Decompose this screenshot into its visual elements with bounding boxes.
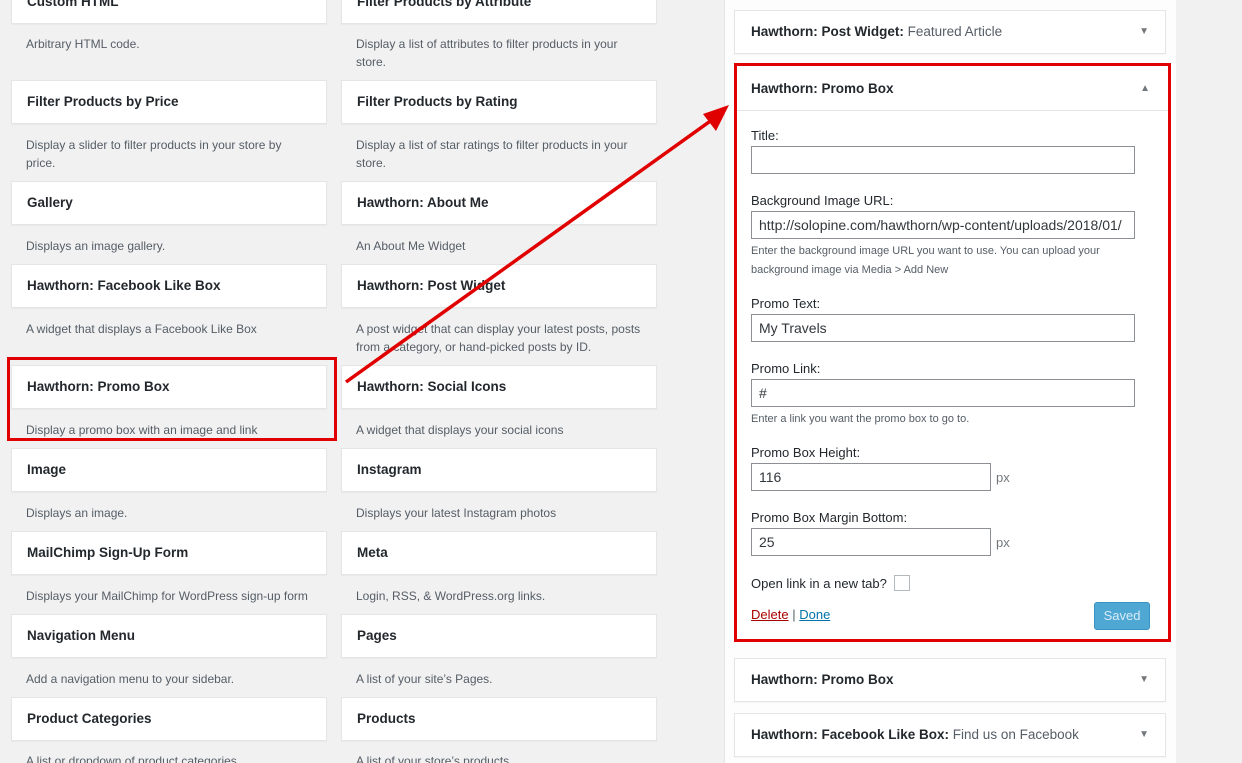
promo-text-label: Promo Text: [751,296,821,311]
done-link[interactable]: Done [799,607,830,622]
widget-desc: Displays an image. [26,506,128,520]
widget-desc: Display a slider to filter products in y… [26,138,282,170]
widget-desc: A list of your site’s Pages. [356,672,493,686]
widget-title: Custom HTML [27,0,119,9]
widget-tile-meta[interactable]: Meta [341,531,657,575]
widget-title: Hawthorn: Promo Box [27,379,170,394]
unit-label: px [996,470,1010,485]
widget-desc: A widget that displays a Facebook Like B… [26,322,257,336]
widget-tile-facebook-like-box[interactable]: Hawthorn: Facebook Like Box [11,264,327,308]
widget-title: Product Categories [27,711,152,726]
sidebar-widget-promo-box-expanded: Hawthorn: Promo Box ▲ Title: Background … [734,63,1171,642]
unit-label: px [996,535,1010,550]
widget-title: Hawthorn: Post Widget [357,278,506,293]
widget-tile-image[interactable]: Image [11,448,327,492]
widget-title: Image [27,462,67,477]
bg-image-help-text: Enter the background image URL you want … [751,245,1100,276]
widget-tile-social-icons[interactable]: Hawthorn: Social Icons [341,365,657,409]
new-tab-checkbox[interactable] [893,575,910,591]
widget-desc: Displays your MailChimp for WordPress si… [26,589,308,603]
widget-title: Hawthorn: About Me [357,195,489,210]
widget-title: Gallery [27,195,73,210]
title-label: Title: [751,128,779,143]
widget-tile-gallery[interactable]: Gallery [11,181,327,225]
new-tab-row: Open link in a new tab? [751,575,910,591]
widget-title: MailChimp Sign-Up Form [27,545,189,560]
widget-title: Hawthorn: Promo Box [751,81,894,96]
widget-desc: Display a list of star ratings to filter… [356,138,628,170]
widget-subtitle: Find us on Facebook [952,727,1079,742]
separator: | [792,607,796,622]
widget-title: Hawthorn: Facebook Like Box: [751,727,950,742]
widget-title: Filter Products by Price [27,94,179,109]
widget-tile-navigation-menu[interactable]: Navigation Menu [11,614,327,658]
promo-margin-input[interactable]: 25 [751,528,991,556]
widget-actions: Delete | Done [751,607,830,622]
widget-desc: Arbitrary HTML code. [26,37,140,51]
title-input[interactable] [751,146,1135,174]
widget-tile-mailchimp[interactable]: MailChimp Sign-Up Form [11,531,327,575]
widget-tile-instagram[interactable]: Instagram [341,448,657,492]
promo-height-input[interactable]: 116 [751,463,991,491]
widget-desc: Add a navigation menu to your sidebar. [26,672,235,686]
widget-title: Hawthorn: Post Widget: [751,24,904,39]
triangle-down-icon[interactable]: ▼ [1139,11,1149,53]
widget-subtitle: Featured Article [907,24,1003,39]
widget-title: Products [357,711,416,726]
widget-desc: A list of your store’s products. [356,754,513,763]
widget-desc: A list or dropdown of product categories… [26,754,241,763]
widget-desc: Displays your latest Instagram photos [356,506,557,520]
widget-desc: Displays an image gallery. [26,239,166,253]
promo-text-input[interactable]: My Travels [751,314,1135,342]
widget-title: Filter Products by Attribute [357,0,532,9]
sidebar-widget-facebook-like-box[interactable]: Hawthorn: Facebook Like Box: Find us on … [734,713,1166,757]
widget-desc: Display a promo box with an image and li… [26,423,258,437]
widget-desc: Login, RSS, & WordPress.org links. [356,589,546,603]
delete-link[interactable]: Delete [751,607,789,622]
widget-tile-pages[interactable]: Pages [341,614,657,658]
widget-tile-promo-box[interactable]: Hawthorn: Promo Box [11,365,327,409]
promo-link-label: Promo Link: [751,361,821,376]
promo-link-input[interactable]: # [751,379,1135,407]
widget-tile-about-me[interactable]: Hawthorn: About Me [341,181,657,225]
widget-title: Hawthorn: Facebook Like Box [27,278,221,293]
promo-height-label: Promo Box Height: [751,445,861,460]
sidebar-widget-promo-box[interactable]: Hawthorn: Promo Box ▼ [734,658,1166,702]
triangle-down-icon[interactable]: ▼ [1139,659,1149,701]
widget-tile-product-categories[interactable]: Product Categories [11,697,327,741]
widget-tile-filter-by-price[interactable]: Filter Products by Price [11,80,327,124]
widget-tile-custom-html[interactable]: Custom HTML [11,0,327,24]
widget-title: Hawthorn: Social Icons [357,379,507,394]
widget-title: Filter Products by Rating [357,94,518,109]
widget-desc: A widget that displays your social icons [356,423,564,437]
widget-title: Pages [357,628,397,643]
widget-header[interactable]: Hawthorn: Promo Box ▲ [737,66,1168,111]
widget-desc: An About Me Widget [356,239,466,253]
promo-link-help-text: Enter a link you want the promo box to g… [751,413,970,425]
widget-title: Meta [357,545,388,560]
widget-tile-filter-by-rating[interactable]: Filter Products by Rating [341,80,657,124]
widget-tile-post-widget[interactable]: Hawthorn: Post Widget [341,264,657,308]
widget-tile-filter-by-attribute[interactable]: Filter Products by Attribute [341,0,657,24]
widget-title: Hawthorn: Promo Box [751,672,894,687]
triangle-up-icon[interactable]: ▲ [1140,66,1150,111]
widget-tile-products[interactable]: Products [341,697,657,741]
widget-title: Navigation Menu [27,628,136,643]
sidebar-widget-post-widget[interactable]: Hawthorn: Post Widget: Featured Article … [734,10,1166,54]
bg-image-url-label: Background Image URL: [751,193,894,208]
new-tab-label: Open link in a new tab? [751,576,887,591]
saved-button[interactable]: Saved [1094,602,1150,630]
widget-desc: A post widget that can display your late… [356,322,641,354]
bg-image-url-input[interactable]: http://solopine.com/hawthorn/wp-content/… [751,211,1135,239]
triangle-down-icon[interactable]: ▼ [1139,714,1149,756]
widget-title: Instagram [357,462,422,477]
promo-margin-label: Promo Box Margin Bottom: [751,510,908,525]
widget-desc: Display a list of attributes to filter p… [356,37,618,69]
